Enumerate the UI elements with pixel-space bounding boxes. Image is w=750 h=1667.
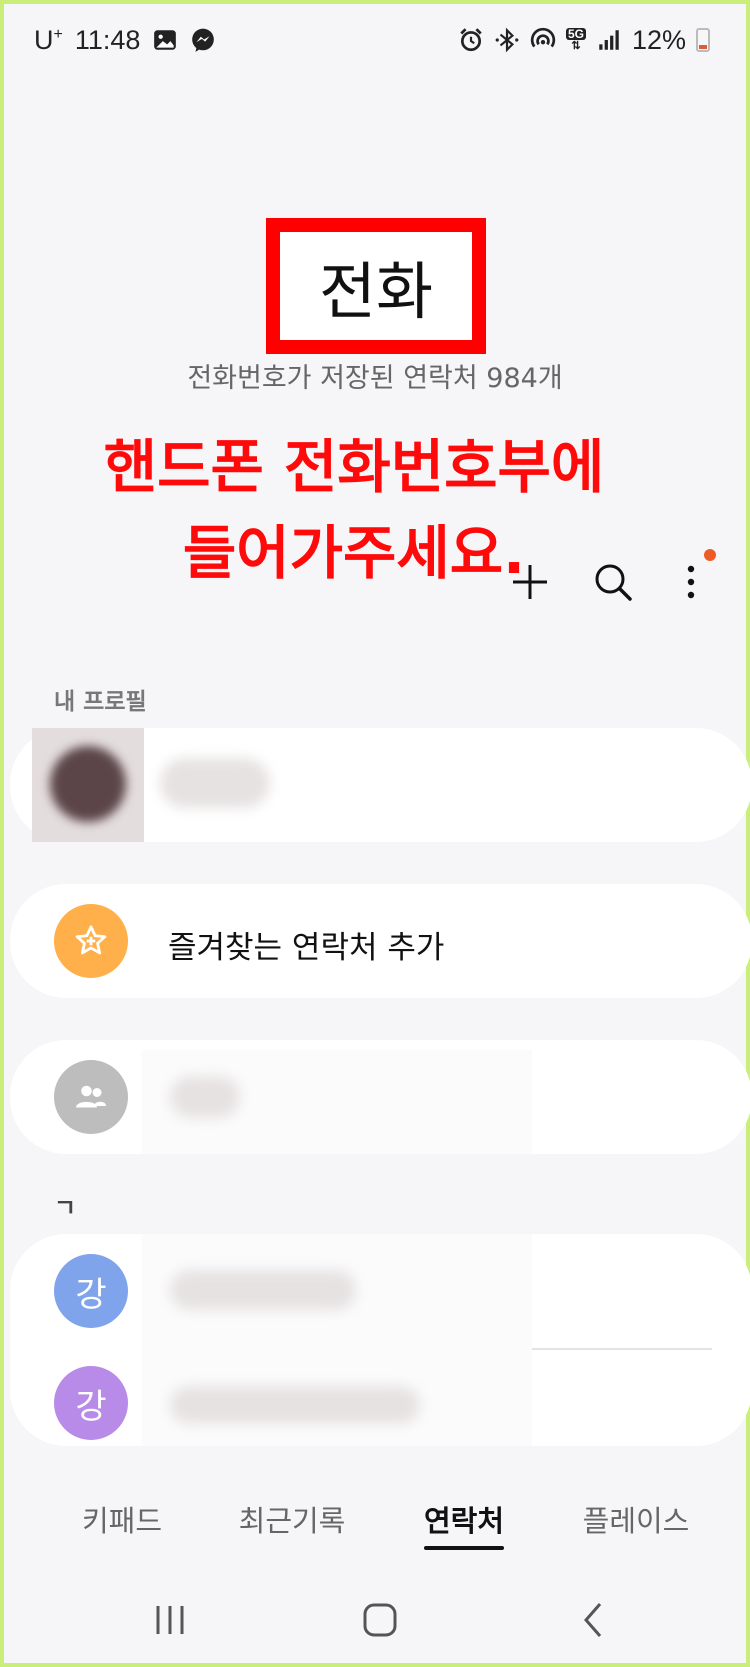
status-left: U+ 11:48 — [34, 22, 216, 58]
group-row[interactable] — [10, 1040, 750, 1154]
image-icon — [154, 30, 177, 50]
clock: 11:48 — [74, 24, 141, 55]
bluetooth-icon — [495, 27, 519, 53]
profile-name-blur — [160, 758, 270, 808]
status-bar: U+ 11:48 5G ⇅ 12% — [4, 4, 746, 76]
active-tab-indicator — [424, 1546, 504, 1550]
contact-name-blur — [170, 1270, 356, 1310]
home-icon[interactable] — [360, 1600, 400, 1640]
page-title: 전화 — [318, 255, 434, 328]
hotspot-icon — [530, 27, 556, 48]
add-favorite-label: 즐겨찾는 연락처 추가 — [168, 930, 445, 966]
contact-avatar: 강 — [54, 1366, 128, 1440]
annotation-line-1: 핸드폰 전화번호부에 — [103, 433, 605, 501]
carrier: U+ — [34, 24, 63, 55]
tab-recents[interactable]: 최근기록 — [239, 1498, 346, 1540]
my-profile-card[interactable] — [10, 728, 750, 842]
signal-icon — [599, 30, 619, 50]
group-name-blur — [170, 1076, 240, 1118]
plus-icon[interactable] — [507, 559, 553, 605]
tab-places[interactable]: 플레이스 — [583, 1498, 690, 1540]
avatar — [50, 746, 126, 822]
notification-dot — [704, 549, 716, 561]
title-highlight-box: 전화 — [266, 218, 486, 354]
recent-apps-icon[interactable] — [150, 1600, 190, 1640]
tab-keypad[interactable]: 키패드 — [82, 1498, 162, 1540]
contact-count: 전화번호가 저장된 연락처 984개 — [187, 363, 563, 394]
more-vert-icon[interactable] — [668, 559, 714, 605]
battery-percent: 12% — [631, 24, 686, 55]
search-icon[interactable] — [590, 559, 636, 605]
5g-icon: 5G ⇅ — [565, 27, 586, 52]
battery-icon — [696, 28, 710, 52]
tab-contacts[interactable]: 연락처 — [424, 1498, 504, 1540]
add-favorite-row[interactable]: 즐겨찾는 연락처 추가 — [10, 884, 750, 998]
status-right: 5G ⇅ 12% — [458, 22, 710, 58]
alarm-icon — [460, 28, 482, 52]
annotation-text: 핸드폰 전화번호부에 들어가주세요. — [64, 424, 644, 596]
favorite-star-avatar — [54, 904, 128, 978]
group-icon — [76, 1085, 106, 1108]
messenger-icon — [192, 28, 215, 52]
annotation-line-2: 들어가주세요. — [182, 519, 526, 587]
contact-avatar: 강 — [54, 1254, 128, 1328]
group-avatar — [54, 1060, 128, 1134]
contact-name-blur — [170, 1386, 420, 1424]
section-my-profile: 내 프로필 — [54, 689, 147, 715]
bottom-tabs: 키패드 최근기록 연락처 플레이스 — [4, 1484, 746, 1554]
contacts-card: 강 강 — [10, 1234, 750, 1446]
contact-row[interactable]: 강 — [10, 1350, 750, 1446]
section-index: ㄱ — [54, 1194, 77, 1222]
contact-row[interactable]: 강 — [10, 1234, 750, 1340]
star-icon — [75, 925, 107, 955]
back-icon[interactable] — [574, 1600, 614, 1640]
